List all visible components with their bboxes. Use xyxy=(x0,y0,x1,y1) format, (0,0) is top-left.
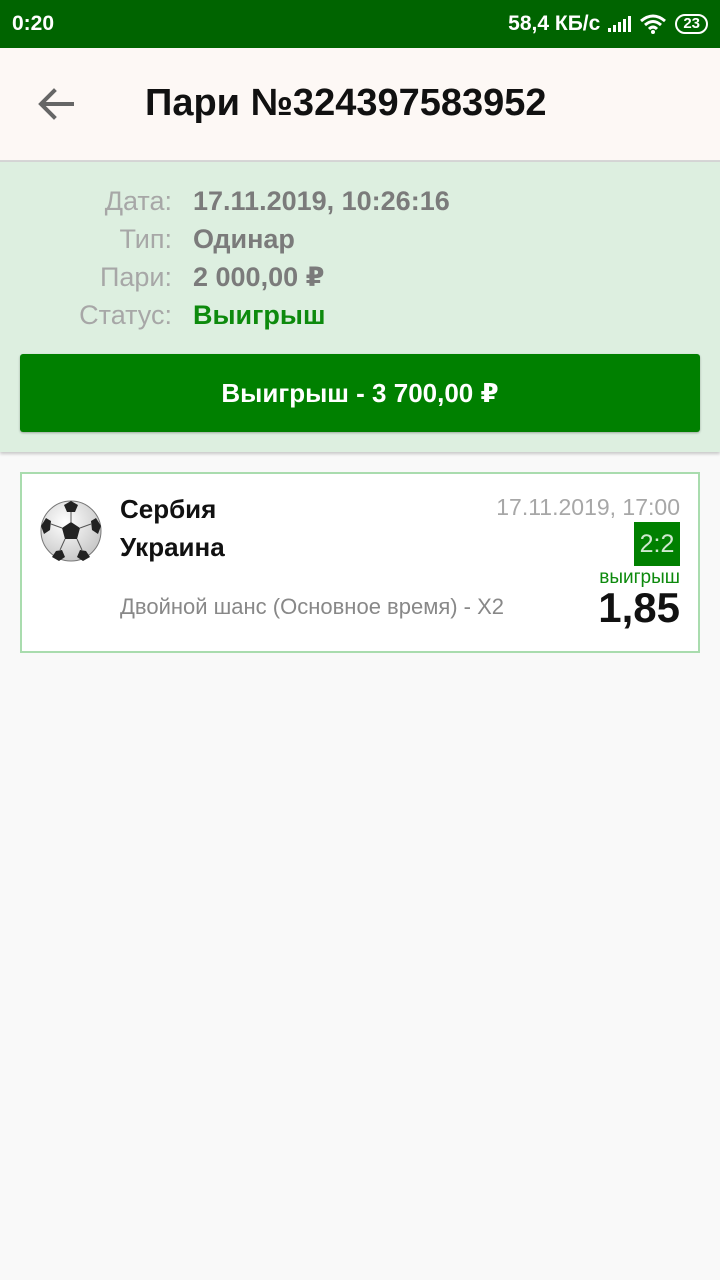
page-title: Пари №324397583952 xyxy=(145,82,547,124)
team-away: Украина xyxy=(120,532,225,562)
stake-row: Пари: 2 000,00 ₽ xyxy=(0,262,720,300)
status-bar: 0:20 58,4 КБ/с 23 xyxy=(0,0,720,48)
date-label: Дата: xyxy=(104,186,172,216)
date-row: Дата: 17.11.2019, 10:26:16 xyxy=(0,186,720,224)
soccer-ball-icon xyxy=(40,500,102,562)
status-row: Статус: Выигрыш xyxy=(0,300,720,338)
type-label: Тип: xyxy=(119,224,172,254)
date-value: 17.11.2019, 10:26:16 xyxy=(193,186,450,216)
status-value: Выигрыш xyxy=(193,300,326,330)
wifi-icon xyxy=(640,14,667,34)
win-amount-button[interactable]: Выигрыш - 3 700,00 ₽ xyxy=(20,354,700,432)
signal-icon xyxy=(608,16,632,32)
event-datetime: 17.11.2019, 17:00 xyxy=(496,494,680,520)
status-label: Статус: xyxy=(79,300,172,330)
bet-details-panel: Дата: 17.11.2019, 10:26:16 Тип: Одинар П… xyxy=(0,162,720,452)
battery-icon: 23 xyxy=(675,14,708,34)
app-bar: Пари №324397583952 xyxy=(0,48,720,162)
team-home: Сербия xyxy=(120,494,217,524)
stake-label: Пари: xyxy=(99,262,172,292)
status-time: 0:20 xyxy=(12,12,55,35)
arrow-left-icon[interactable] xyxy=(36,86,76,122)
stake-value: 2 000,00 ₽ xyxy=(193,262,325,292)
status-indicators: 58,4 КБ/с 23 xyxy=(508,12,708,36)
type-value: Одинар xyxy=(193,224,295,254)
event-card[interactable]: Сербия Украина 17.11.2019, 17:00 2:2 Дво… xyxy=(20,472,700,653)
market-description: Двойной шанс (Основное время) - X2 xyxy=(120,594,505,619)
type-row: Тип: Одинар xyxy=(0,224,720,262)
network-speed: 58,4 КБ/с xyxy=(508,12,601,35)
score-badge: 2:2 xyxy=(634,522,680,566)
odds-value: 1,85 xyxy=(598,584,680,631)
